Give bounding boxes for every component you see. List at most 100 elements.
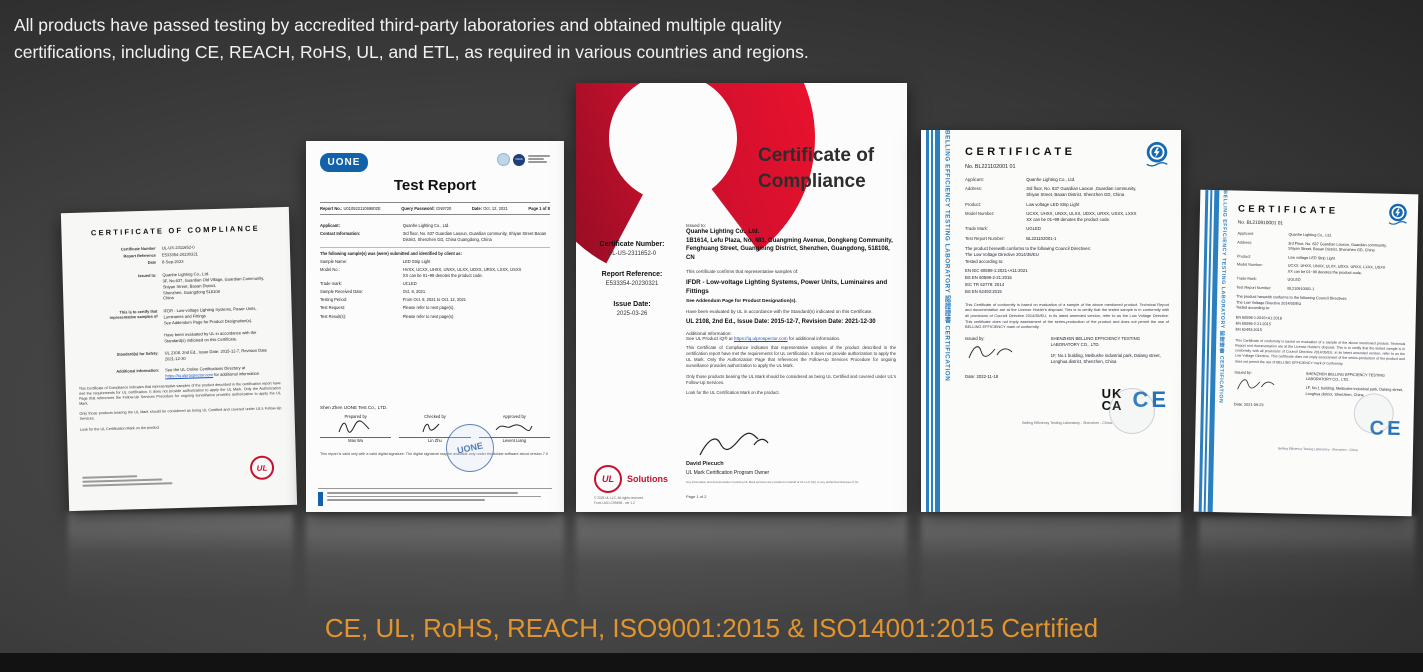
field-label: Trade Mark:	[1236, 277, 1287, 284]
header-label: Query Password:	[401, 206, 435, 211]
top-note: All products have passed testing by accr…	[14, 12, 894, 66]
confirm-line: This certificate confirms that represent…	[686, 269, 896, 274]
lab-name: SHENZHEN BELLING EFFICIENCY TESTING LABO…	[1051, 336, 1169, 349]
field-value: UCXX, UHXX, UNXX, ULXX, UDXX, URXX, LXXX…	[1288, 264, 1407, 277]
directory-link[interactable]: https://iq.ulprospector.com	[165, 372, 213, 378]
issued-to-name: Quanhe Lighting Co., Ltd.	[686, 228, 896, 237]
signature-icon	[336, 419, 376, 435]
certificate-title: CERTIFICATE OF COMPLIANCE	[74, 223, 276, 238]
cnas-logo-icon: CNAS	[513, 154, 525, 166]
accreditation-logos: CNAS	[497, 153, 550, 166]
issued-to: Quanhe Lighting Co., Ltd. 3F, No.637, Gu…	[162, 269, 278, 302]
conformity-paragraph: This Certificate of conformity is based …	[1235, 339, 1405, 368]
field-label: Test Report Number:	[965, 236, 1026, 242]
signature-icon	[694, 431, 774, 461]
report-footer	[318, 488, 552, 506]
field-value: UGLED	[1287, 278, 1406, 286]
report-header-strip: Report No.: U01052211069802E Query Passw…	[320, 202, 550, 215]
page-indicator: Page 1 of 2	[686, 494, 706, 499]
field-value: Please refer to next page(s).	[403, 314, 550, 320]
field-value: 3rd Floor, No. 637 Guardian Laoxun, Guar…	[1288, 241, 1407, 254]
footer-accent-bar	[318, 492, 323, 506]
certificate-number: No. BL221102001 01	[965, 164, 1169, 170]
standard-item: BS EN 62493:2015	[965, 289, 1169, 296]
field-label: Address:	[965, 186, 1026, 198]
disclaimer-fine-print: Any information and documentation involv…	[686, 480, 886, 484]
field-label: Test Report Number:	[1236, 285, 1287, 292]
standard-item: BS EN 60598-2-21:2015	[965, 275, 1169, 282]
field-label: Address:	[1237, 240, 1288, 252]
lab-footer-line: Belling Efficiency Testing Laboratory - …	[1233, 445, 1403, 453]
field-label: Standard(s) for Safety:	[78, 350, 165, 364]
reflection	[68, 512, 293, 622]
field-label: Applicant:	[1237, 232, 1288, 239]
certificate-uone-test-report: UONE CNAS Test Report Report No.: U01052…	[306, 141, 564, 512]
certificate-body: CERTIFICATE No. BL221102001 01 Applicant…	[965, 130, 1169, 512]
signer-name: David Piecuch	[686, 461, 724, 467]
field-label: This is to certify that representative s…	[77, 309, 165, 347]
product-iq-link[interactable]: https://iq.ulprospector.com	[734, 336, 788, 341]
tested-according: Tested according to:	[965, 259, 1169, 265]
additional-info: See UL Product iQ® at https://iq.ulprosp…	[686, 336, 896, 341]
field-label: Model Number:	[1237, 263, 1288, 275]
addendum-line: See Addendum Page for Product Designatio…	[686, 299, 896, 306]
header-value: GN9720	[436, 206, 451, 211]
standard-item: EN IEC 60598-1:2021+A11:2021	[965, 268, 1169, 275]
uone-logo: UONE	[320, 153, 368, 172]
form-line: Form ULID-C9949B - ver 1.2	[594, 501, 644, 506]
additional-text: for additional information.	[788, 336, 841, 341]
additional-text: See UL Product iQ® at	[686, 336, 734, 341]
field-value: Low voltage LED Strip Light	[1026, 202, 1169, 208]
footer-fine-print	[327, 492, 552, 506]
lab-stamp-icon	[1109, 388, 1155, 434]
certificate-title: CERTIFICATE	[965, 146, 1169, 158]
uone-logo-text: UONE	[328, 157, 361, 168]
boilerplate-paragraph: This Certificate of Compliance indicates…	[79, 381, 281, 407]
field-label: Certificate Number:	[582, 241, 682, 248]
header-label: Date:	[472, 206, 482, 211]
validity-note: This report is valid only with a valid d…	[320, 452, 550, 457]
boilerplate-paragraph: Only those products bearing the UL Mark …	[686, 374, 896, 386]
ul-mark-icon: UL	[250, 455, 275, 480]
fine-print-bars	[82, 474, 172, 489]
certificate-number: No. BL210910001 01	[1238, 221, 1408, 230]
samples-note: The following sample(s) was (were) submi…	[320, 247, 550, 256]
field-label: Test Result(s):	[320, 314, 403, 320]
field-value: 3rd floor, No. 637 Guardian Laoxun ,Guar…	[1026, 186, 1169, 198]
field-label: Model No.:	[320, 267, 403, 278]
standard-line: UL 2108, 2nd Ed., Issue Date: 2015-12-7,…	[686, 318, 896, 327]
field-label: Additional Information:	[78, 367, 165, 381]
field-value: 2025-03-26	[582, 311, 682, 317]
field-label: Applicant:	[320, 223, 403, 229]
boilerplate-paragraph: Look for the UL Certification Mark on th…	[686, 390, 896, 396]
bottom-strip	[0, 653, 1423, 672]
date-line: Date: 2021-09-23	[1234, 402, 1305, 407]
field-value: Please refer to next page(s).	[403, 305, 550, 311]
field-value: LED Strip Light	[403, 259, 550, 265]
field-label: Test Request:	[320, 305, 403, 311]
certificate-belling-ce: BELLING EFFICIENCY TESTING LABORATORY 認證…	[1194, 190, 1419, 516]
signature-block: Prepared by Max Wu	[320, 414, 391, 443]
lab-name: SHENZHEN BELLING EFFICIENCY TESTING LABO…	[1306, 372, 1405, 385]
additional-info: See the UL Online Certifications Directo…	[165, 364, 280, 379]
standard-item: IEC TR 62778: 2014	[965, 282, 1169, 289]
field-value: Low voltage LED Strip Light	[1288, 255, 1407, 263]
certificate-belling-ukca-ce: BELLING EFFICIENCY TESTING LABORATORY 認證…	[921, 130, 1181, 512]
field-value: BL221102001-1	[1026, 236, 1169, 242]
stamp-text: UONE	[456, 440, 484, 455]
header-value: Page 1 of 8	[528, 206, 550, 211]
certified-samples: IFDR - Low-voltage Lighting Systems, Pow…	[163, 306, 279, 345]
header-value: U01052211069802E	[343, 206, 380, 211]
signature-icon	[494, 419, 534, 435]
certificate-title: CERTIFICATE	[1238, 204, 1408, 219]
report-title: Test Report	[320, 177, 550, 194]
signature-icon	[415, 419, 455, 435]
field-value: UCXX, UHXX, UNXX, ULXX, UDXX, URXX, USXX…	[1026, 211, 1169, 223]
certificate-title: Certificate of Compliance	[758, 143, 874, 194]
certificates-banner: All products have passed testing by accr…	[0, 0, 1423, 672]
signature-icon	[1234, 374, 1278, 394]
field-value: Quanhe Lighting Co., Ltd.	[1288, 233, 1407, 241]
field-label: Contact Information:	[320, 231, 403, 242]
lab-address: 1F, No.1 building, Meibushe industrial p…	[1051, 353, 1169, 366]
header-label: Report No.:	[320, 206, 342, 211]
